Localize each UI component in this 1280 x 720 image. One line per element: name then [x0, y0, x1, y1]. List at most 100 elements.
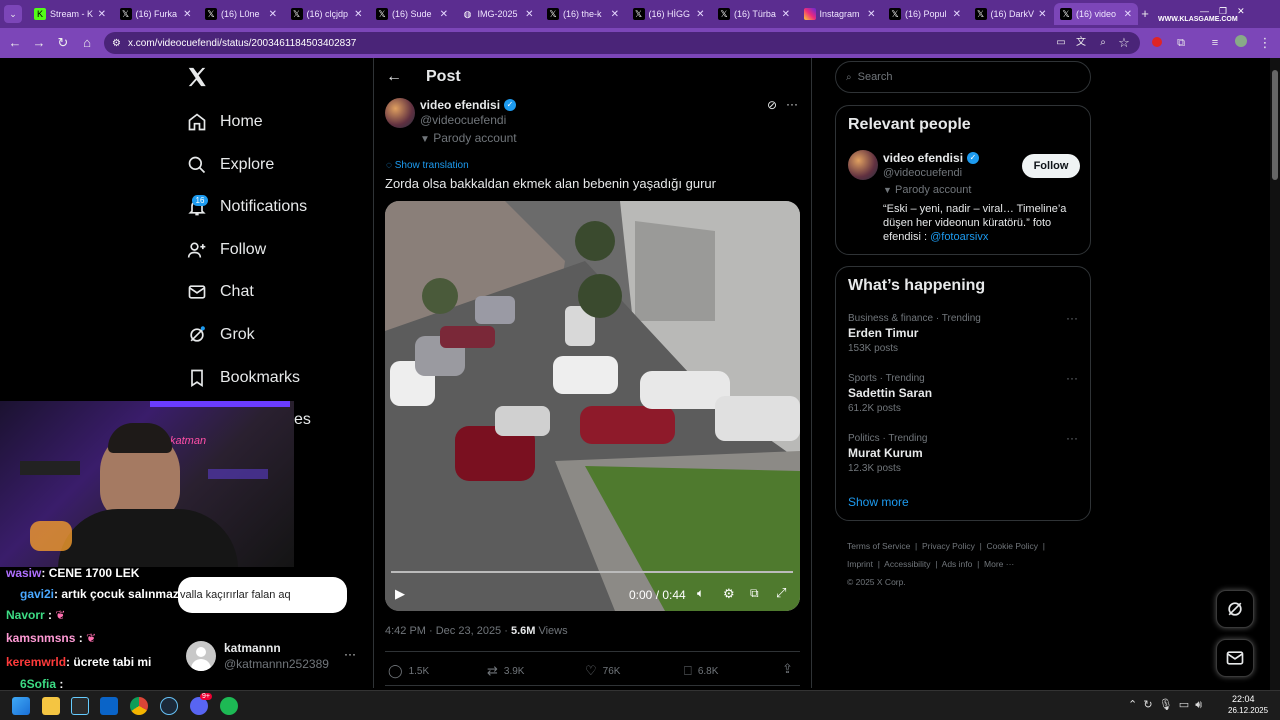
browser-tab[interactable]: 𝕏 (16) Sude ✕ [370, 3, 454, 25]
tab-close-icon[interactable]: ✕ [354, 9, 362, 20]
ads-info-link[interactable]: Ads info [942, 559, 973, 569]
tab-close-icon[interactable]: ✕ [696, 9, 704, 20]
account-avatar[interactable] [186, 641, 216, 671]
browser-tab[interactable]: ◍ IMG-2025 ✕ [456, 3, 540, 25]
forward-button[interactable]: → [30, 34, 48, 52]
trend-item[interactable]: Sports · Trending Sadettin Saran 61.2K p… [836, 369, 1090, 419]
author-avatar[interactable] [385, 98, 415, 128]
author-handle[interactable]: @videocuefendi [420, 113, 506, 127]
home-button[interactable]: ⌂ [78, 34, 96, 52]
browser-tab[interactable]: 𝕏 (16) Türba ✕ [712, 3, 796, 25]
messages-float-button[interactable] [1216, 639, 1254, 677]
imprint-link[interactable]: Imprint [847, 559, 873, 569]
reply-button[interactable]: ◯ 1.5K [388, 663, 429, 679]
share-icon[interactable]: ⇪ [782, 661, 793, 677]
file-explorer-icon[interactable] [42, 697, 60, 715]
terms-link[interactable]: Terms of Service [847, 541, 910, 551]
trend-more-icon[interactable]: ··· [1066, 311, 1078, 325]
tab-close-icon[interactable]: ✕ [269, 9, 277, 20]
volume-icon[interactable]: 🔈︎ [697, 586, 704, 601]
zoom-icon[interactable]: ⌕ [1094, 34, 1112, 52]
tab-close-icon[interactable]: ✕ [782, 9, 790, 20]
browser-tab[interactable]: 𝕏 (16) clçjdp ✕ [285, 3, 369, 25]
cookie-link[interactable]: Cookie Policy [987, 541, 1039, 551]
browser-tab[interactable]: 𝕏 (16) video ✕ [1054, 3, 1138, 25]
nav-explore[interactable]: Explore [186, 150, 274, 180]
reload-button[interactable]: ↻ [54, 34, 72, 52]
settings-icon[interactable]: ⚙ [723, 586, 735, 602]
play-button[interactable]: ▶ [395, 586, 405, 602]
x-logo-icon[interactable] [186, 66, 208, 90]
trend-item[interactable]: Politics · Trending Murat Kurum 12.3K po… [836, 429, 1090, 479]
bio-link[interactable]: @fotoarsivx [930, 231, 988, 243]
browser-tab[interactable]: 𝕏 (16) Popul ✕ [883, 3, 967, 25]
bookmark-button[interactable]: ⎕ 6.8K [684, 663, 718, 679]
author-name[interactable]: video efendisi ✓ [420, 98, 517, 112]
trend-more-icon[interactable]: ··· [1066, 371, 1078, 385]
bookmark-star-icon[interactable]: ☆ [1115, 34, 1133, 52]
picture-in-picture-icon[interactable]: ⧉ [750, 586, 759, 601]
tab-close-icon[interactable]: ✕ [440, 9, 448, 20]
window-controls[interactable]: — ❐ ✕ [1200, 6, 1245, 17]
nav-grok[interactable]: Grok [186, 320, 255, 350]
install-app-icon[interactable]: ▭ [1052, 34, 1070, 52]
nav-follow[interactable]: Follow [186, 235, 266, 265]
browser-menu-icon[interactable]: ⋮ [1256, 34, 1274, 52]
tab-close-icon[interactable]: ✕ [1124, 9, 1132, 20]
tab-close-icon[interactable]: ✕ [953, 9, 961, 20]
extensions-icon[interactable]: ⧉ [1172, 34, 1190, 52]
footer-more-link[interactable]: More ··· [984, 559, 1014, 569]
spotify-icon[interactable] [220, 697, 238, 715]
tab-search-button[interactable]: ⌄ [4, 5, 22, 23]
browser-tab[interactable]: 𝕏 (16) the-k ✕ [541, 3, 625, 25]
post-video[interactable]: ▶ 0:00 / 0:44 🔈︎ ⚙ ⧉ ⤢ [385, 201, 800, 611]
relevant-avatar[interactable] [848, 150, 878, 180]
outlook-icon[interactable] [100, 697, 118, 715]
browser-tab[interactable]: Instagram ✕ [798, 3, 882, 25]
nav-chat[interactable]: Chat [186, 277, 254, 307]
trend-item[interactable]: Business & finance · Trending Erden Timu… [836, 309, 1090, 359]
accessibility-link[interactable]: Accessibility [884, 559, 930, 569]
store-icon[interactable] [71, 697, 89, 715]
media-control-icon[interactable]: ≡ [1206, 34, 1224, 52]
tab-close-icon[interactable]: ✕ [1038, 9, 1046, 20]
back-button[interactable]: ← [6, 34, 24, 52]
tab-close-icon[interactable]: ✕ [98, 9, 106, 20]
nav-bookmarks[interactable]: Bookmarks [186, 363, 300, 393]
post-more-icon[interactable]: ··· [786, 97, 798, 111]
grok-float-button[interactable] [1216, 590, 1254, 628]
search-input[interactable]: ⌕ Search [835, 61, 1091, 93]
video-progress-track[interactable] [391, 571, 793, 573]
show-more-link[interactable]: Show more [848, 495, 909, 509]
steam-icon[interactable] [160, 697, 178, 715]
relevant-handle[interactable]: @videocuefendi [883, 167, 962, 179]
back-arrow-icon[interactable]: ← [386, 68, 402, 86]
url-field[interactable]: ⚙ x.com/videocuefendi/status/20034611845… [104, 32, 1140, 54]
translate-icon[interactable]: 文 [1072, 34, 1090, 52]
tab-close-icon[interactable]: ✕ [525, 9, 533, 20]
page-scrollbar[interactable] [1270, 58, 1280, 690]
grok-post-icon[interactable]: ⊘ [767, 98, 777, 112]
like-button[interactable]: ♡ 76K [585, 663, 620, 679]
nav-home[interactable]: Home [186, 107, 263, 137]
nav-more-partial-label[interactable]: es [294, 411, 311, 429]
follow-button[interactable]: Follow [1022, 154, 1080, 178]
relevant-name[interactable]: video efendisi ✓ [883, 151, 980, 165]
profile-avatar[interactable] [1232, 34, 1250, 52]
browser-tab[interactable]: 𝕏 (16) DarkV ✕ [969, 3, 1053, 25]
privacy-link[interactable]: Privacy Policy [922, 541, 975, 551]
browser-tab[interactable]: 𝕏 (16) L0ne ✕ [199, 3, 283, 25]
browser-tab[interactable]: K Stream - K ✕ [28, 3, 112, 25]
account-menu-icon[interactable]: ··· [344, 647, 356, 661]
show-translation-link[interactable]: ◌ Show translation [386, 160, 469, 171]
tray-icons[interactable]: ⌃ ↻ 🎙︎ ▭ 🔊︎ [1128, 698, 1202, 712]
tab-close-icon[interactable]: ✕ [611, 9, 619, 20]
start-button[interactable] [12, 697, 30, 715]
tab-close-icon[interactable]: ✕ [183, 9, 191, 20]
tab-close-icon[interactable]: ✕ [867, 9, 875, 20]
repost-button[interactable]: ⇄ 3.9K [487, 663, 524, 679]
extension-red-icon[interactable] [1148, 34, 1166, 52]
browser-tab[interactable]: 𝕏 (16) HİGG ✕ [627, 3, 711, 25]
trend-more-icon[interactable]: ··· [1066, 431, 1078, 445]
site-info-icon[interactable]: ⚙ [112, 38, 121, 49]
